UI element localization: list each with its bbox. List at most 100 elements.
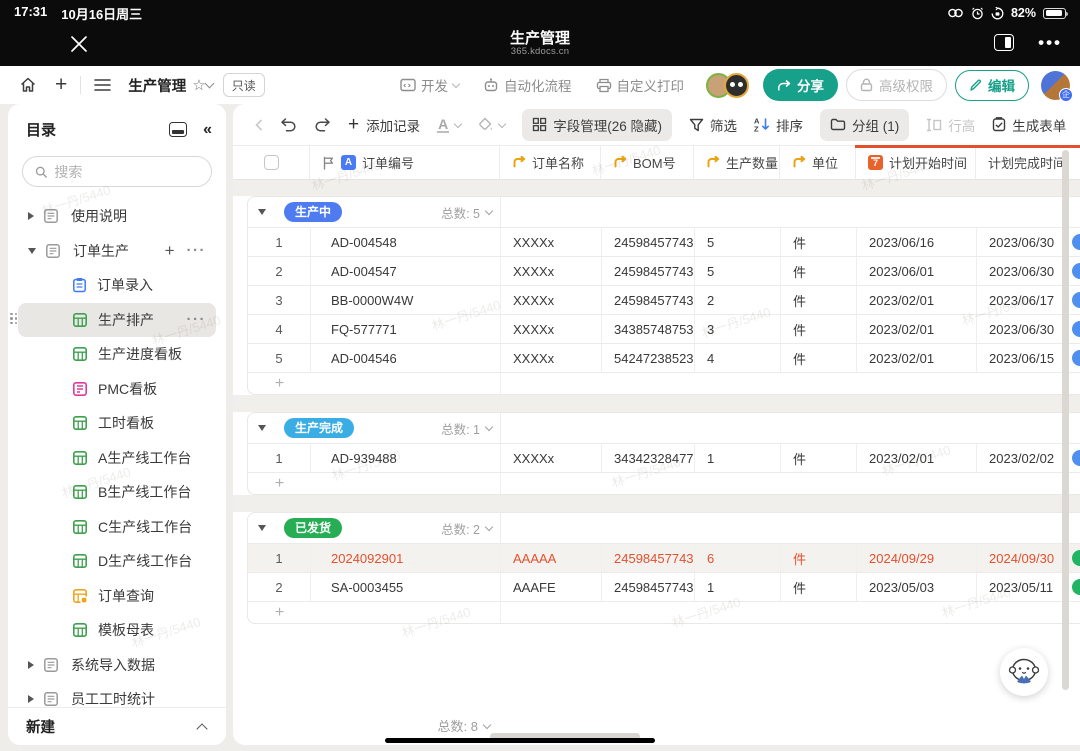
drag-handle[interactable] [10,313,20,327]
automation-button[interactable]: 自动化流程 [475,75,580,95]
collapse-group-icon[interactable] [258,525,266,531]
cell-plan-start[interactable]: 2023/02/01 [857,444,977,472]
group-count[interactable]: 总数: 5 [441,203,500,222]
cell-plan-start[interactable]: 2023/02/01 [857,315,977,343]
more-options-icon[interactable]: ··· [187,311,207,328]
sidebar-item-usage-guide[interactable]: 使用说明 [18,199,216,234]
column-header-bom-no[interactable]: BOM号 [601,146,694,179]
collapse-sidebar-icon[interactable]: « [203,121,210,139]
cell-unit[interactable]: 件 [781,444,857,472]
cell-bom-no[interactable]: 24598457743 [602,573,695,601]
cell-order-no[interactable]: SA-0003455 [311,573,501,601]
add-row-button[interactable]: + [248,601,1080,623]
cell-bom-no[interactable]: 34385748753 [602,315,695,343]
more-options-icon[interactable]: ··· [187,242,207,259]
cell-unit[interactable]: 件 [781,573,857,601]
favorite-star-icon[interactable]: ☆ [192,76,205,94]
collapse-group-icon[interactable] [258,425,266,431]
add-record-button[interactable]: + 添加记录 [348,115,420,135]
sidebar-item-workhours-board[interactable]: 工时看板 [18,406,216,441]
sidebar-item-order-entry[interactable]: 订单录入 [18,268,216,303]
add-row-button[interactable]: + [248,372,1080,394]
column-header-unit[interactable]: 单位 [780,146,856,179]
cell-plan-start[interactable]: 2023/02/01 [857,344,977,372]
cell-plan-start[interactable]: 2023/06/16 [857,228,977,256]
home-button[interactable] [10,76,46,94]
filter-button[interactable]: 筛选 [689,115,737,135]
row-height-button[interactable]: 行高 [926,115,975,135]
group-header[interactable]: 生产中 总数: 5 [248,197,1080,227]
cell-order-no[interactable]: FQ-577771 [311,315,501,343]
cell-bom-no[interactable]: 24598457743 [602,544,695,572]
cell-order-name[interactable]: XXXXx [501,228,602,256]
sidebar-item-order-query[interactable]: 订单查询 [18,579,216,614]
group-header[interactable]: 已发货 总数: 2 [248,513,1080,543]
expand-arrow-icon[interactable] [28,661,34,669]
cell-order-name[interactable]: XXXXx [501,444,602,472]
panel-bottom-icon[interactable] [169,122,187,137]
doc-menu-chevron-icon[interactable] [204,79,214,89]
cell-quantity[interactable]: 6 [695,544,781,572]
cell-order-name[interactable]: XXXXx [501,286,602,314]
add-sheet-icon[interactable]: + [165,242,175,259]
cell-quantity[interactable]: 5 [695,257,781,285]
sidebar-toggle-icon[interactable] [994,34,1014,51]
cell-order-name[interactable]: XXXXx [501,344,602,372]
custom-print-button[interactable]: 自定义打印 [588,75,693,95]
sidebar-item-progress-board[interactable]: 生产进度看板 [18,337,216,372]
sidebar-item-employee-hours[interactable]: 员工工时统计 [18,682,216,707]
select-all-checkbox[interactable] [264,155,279,170]
new-document-button[interactable]: + [46,73,76,97]
new-sheet-button[interactable]: 新建 [8,707,226,745]
table-row[interactable]: 3 BB-0000W4W XXXXx 24598457743 2 件 2023/… [248,285,1080,314]
table-row-selected[interactable]: 1 2024092901 AAAAA 24598457743 6 件 2024/… [248,543,1080,572]
account-avatar[interactable]: 企 [1041,71,1070,100]
cell-order-name[interactable]: AAAFE [501,573,602,601]
cell-quantity[interactable]: 5 [695,228,781,256]
column-header-order-no[interactable]: A 订单编号 [310,146,500,179]
cell-order-name[interactable]: XXXXx [501,315,602,343]
sidebar-item-system-import[interactable]: 系统导入数据 [18,648,216,683]
table-total-count[interactable]: 总数: 8 [247,716,500,735]
more-menu-icon[interactable]: ••• [1038,38,1062,48]
cell-order-no[interactable]: 2024092901 [311,544,501,572]
menu-button[interactable] [85,78,120,92]
sort-button[interactable]: AZ 排序 [754,115,803,135]
column-header-quantity[interactable]: 生产数量 [694,146,780,179]
table-row[interactable]: 1 AD-939488 XXXXx 34342328477 1 件 2023/0… [248,443,1080,472]
table-row[interactable]: 2 AD-004547 XXXXx 24598457743 5 件 2023/0… [248,256,1080,285]
cell-quantity[interactable]: 3 [695,315,781,343]
table-row[interactable]: 5 AD-004546 XXXXx 54247238523 4 件 2023/0… [248,343,1080,372]
cell-unit[interactable]: 件 [781,286,857,314]
add-row-button[interactable]: + [248,472,1080,494]
group-count[interactable]: 总数: 2 [441,519,500,538]
back-button[interactable] [255,119,263,131]
cell-bom-no[interactable]: 34342328477 [602,444,695,472]
cell-bom-no[interactable]: 24598457743 [602,286,695,314]
group-header[interactable]: 生产完成 总数: 1 [248,413,1080,443]
field-management-button[interactable]: 字段管理(26 隐藏) [522,109,672,141]
cell-bom-no[interactable]: 24598457743 [602,257,695,285]
group-count[interactable]: 总数: 1 [441,419,500,438]
cell-order-no[interactable]: BB-0000W4W [311,286,501,314]
cell-unit[interactable]: 件 [781,228,857,256]
table-row[interactable]: 1 AD-004548 XXXXx 24598457743 5 件 2023/0… [248,227,1080,256]
cell-order-no[interactable]: AD-004548 [311,228,501,256]
cell-plan-start[interactable]: 2023/06/01 [857,257,977,285]
cell-order-no[interactable]: AD-939488 [311,444,501,472]
collaborator-avatars[interactable] [706,73,749,98]
home-indicator[interactable] [385,738,655,743]
sidebar-item-line-d-workbench[interactable]: D生产线工作台 [18,544,216,579]
cell-plan-start[interactable]: 2023/05/03 [857,573,977,601]
dev-button[interactable]: 开发 [392,75,467,95]
expand-arrow-icon[interactable] [28,695,34,703]
cell-unit[interactable]: 件 [781,544,857,572]
cell-plan-start[interactable]: 2024/09/29 [857,544,977,572]
sidebar-item-line-a-workbench[interactable]: A生产线工作台 [18,441,216,476]
cell-quantity[interactable]: 1 [695,573,781,601]
cell-plan-start[interactable]: 2023/02/01 [857,286,977,314]
cell-order-no[interactable]: AD-004547 [311,257,501,285]
sidebar-item-line-b-workbench[interactable]: B生产线工作台 [18,475,216,510]
fill-color-button[interactable] [478,117,505,132]
column-header-order-name[interactable]: 订单名称 [500,146,601,179]
